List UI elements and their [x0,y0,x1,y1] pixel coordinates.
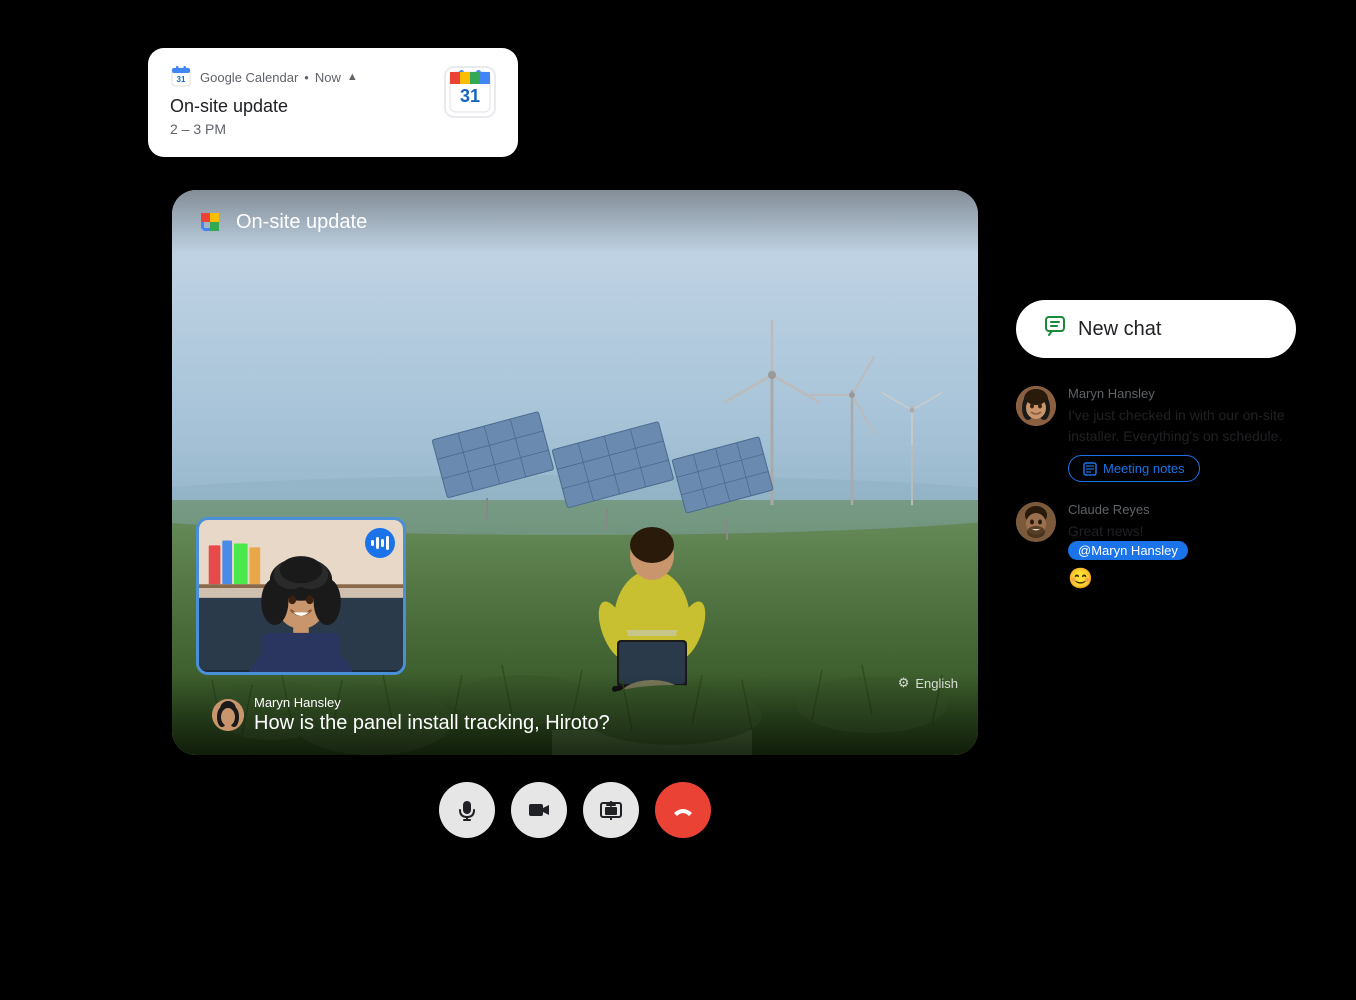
maryn-message-content: Maryn Hansley I've just checked in with … [1068,386,1296,482]
end-call-icon [672,799,694,821]
notification-header: 31 Google Calendar • Now ▲ [170,66,358,88]
camera-icon [528,799,550,821]
calendar-icon-svg: 31 [447,69,493,115]
meeting-notes-icon [1083,462,1097,476]
video-call-container: On-site update [172,190,978,755]
new-chat-button[interactable]: New chat [1016,300,1296,358]
caption-text-group: Maryn Hansley How is the panel install t… [254,695,610,735]
caption-speaker-name: Maryn Hansley [254,695,610,710]
mention-chip-container: @Maryn Hansley [1068,542,1188,560]
chat-icon [1044,314,1068,344]
chat-panel: New chat Maryn Hansley [1016,300,1296,611]
maryn-message-text: I've just checked in with our on-site in… [1068,405,1296,447]
claude-message-text: Great news! [1068,521,1188,542]
maryn-sender-name: Maryn Hansley [1068,386,1296,401]
svg-text:31: 31 [460,86,480,106]
svg-text:31: 31 [177,75,186,84]
notification-subtitle: 2 – 3 PM [170,121,358,137]
meeting-notes-chip[interactable]: Meeting notes [1068,455,1200,482]
audio-bar-2 [376,537,379,549]
google-calendar-icon: 31 [170,66,192,88]
end-call-button[interactable] [655,782,711,838]
audio-bar-4 [386,536,389,550]
language-label: English [915,676,958,691]
maryn-mention-chip: @Maryn Hansley [1068,541,1188,560]
present-icon [600,799,622,821]
source-label: Google Calendar [200,70,298,85]
language-indicator: ⚙ English [898,675,958,691]
caption-message-text: How is the panel install tracking, Hirot… [254,712,610,735]
gear-icon: ⚙ [898,675,910,691]
notification-content: 31 Google Calendar • Now ▲ On-site updat… [170,66,358,137]
audio-bars [371,536,389,550]
chat-message-maryn: Maryn Hansley I've just checked in with … [1016,386,1296,482]
caption-bar: Maryn Hansley How is the panel install t… [172,675,978,755]
emoji-icon: 😊 [1068,566,1188,591]
notification-dot: • [304,70,309,85]
maryn-avatar [1016,386,1056,426]
audio-bar-3 [381,539,384,547]
controls-bar [172,782,978,838]
present-button[interactable] [583,782,639,838]
caption-avatar [212,699,244,731]
maryn-avatar-svg [1016,386,1056,426]
caption-avatar-svg [212,699,244,731]
meet-call-title: On-site update [236,211,367,234]
audio-bar-1 [371,540,374,546]
claude-avatar [1016,502,1056,542]
claude-avatar-svg [1016,502,1056,542]
notification-time: Now [315,70,341,85]
meeting-notes-label: Meeting notes [1103,461,1185,476]
caption-speaker: Maryn Hansley How is the panel install t… [212,695,938,735]
microphone-icon [456,799,478,821]
google-meet-logo [196,208,224,236]
self-view-pip [196,517,406,675]
chat-message-claude: Claude Reyes Great news! @Maryn Hansley … [1016,502,1296,591]
camera-button[interactable] [511,782,567,838]
chevron-up-icon: ▲ [347,71,358,83]
meet-header: On-site update [172,190,978,254]
new-chat-icon-svg [1044,314,1068,338]
claude-sender-name: Claude Reyes [1068,502,1188,517]
notification-source: Google Calendar • Now ▲ [200,70,358,85]
notification-title: On-site update [170,96,358,117]
audio-active-indicator [365,528,395,558]
claude-message-content: Claude Reyes Great news! @Maryn Hansley … [1068,502,1188,591]
calendar-app-icon[interactable]: 31 [444,66,496,118]
new-chat-label: New chat [1078,318,1161,341]
notification-card: 31 Google Calendar • Now ▲ On-site updat… [148,48,518,157]
microphone-button[interactable] [439,782,495,838]
